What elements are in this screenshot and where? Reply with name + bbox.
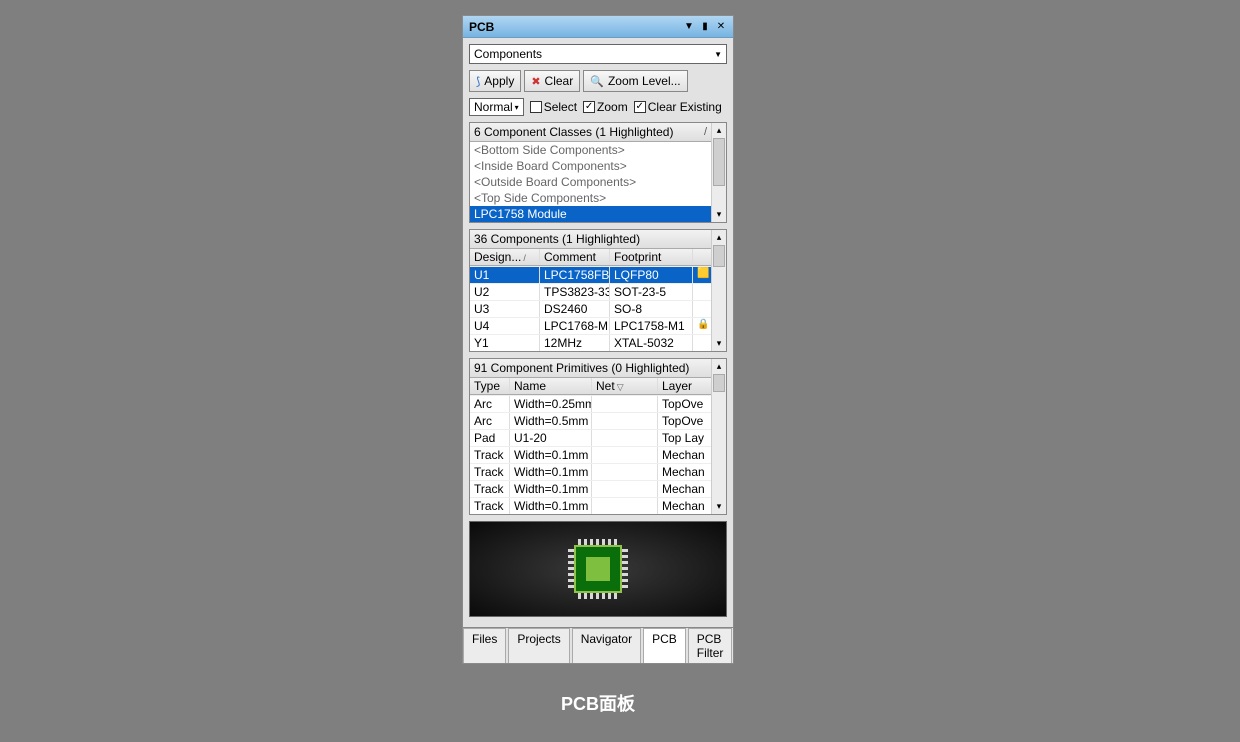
primitive-row[interactable]: PadU1-20Top Lay xyxy=(470,429,711,446)
primitive-row[interactable]: TrackWidth=0.1mmMechan xyxy=(470,463,711,480)
chevron-down-icon: ▾ xyxy=(515,103,519,112)
empty-icon xyxy=(693,284,711,300)
apply-icon: ⟆ xyxy=(476,75,480,88)
options-row: Normal▾ Select ✓Zoom ✓Clear Existing xyxy=(469,98,727,116)
class-item[interactable]: <Outside Board Components> xyxy=(470,174,711,190)
component-row[interactable]: Y112MHzXTAL-5032 xyxy=(470,334,711,351)
dropdown-icon[interactable]: ▼ xyxy=(683,21,695,32)
scroll-down-icon[interactable]: ▾ xyxy=(712,207,726,222)
checkbox-checked-icon: ✓ xyxy=(634,101,646,113)
normal-select[interactable]: Normal▾ xyxy=(469,98,524,116)
components-section: 36 Components (1 Highlighted) Design.../… xyxy=(469,229,727,352)
apply-button[interactable]: ⟆Apply xyxy=(469,70,521,92)
class-item[interactable]: LPC1758 Module xyxy=(470,206,711,222)
bottom-tabs: FilesProjectsNavigatorPCBPCB Filter xyxy=(463,627,733,663)
primitives-rows: ArcWidth=0.25mmTopOveArcWidth=0.5mmTopOv… xyxy=(470,395,711,514)
mode-dropdown[interactable]: Components ▼ xyxy=(469,44,727,64)
pcb-preview xyxy=(469,521,727,617)
sort-icon[interactable]: / xyxy=(704,126,707,138)
zoom-icon: 🔍 xyxy=(590,75,604,88)
tab-navigator[interactable]: Navigator xyxy=(572,628,641,663)
panel-title: PCB xyxy=(469,20,679,34)
scroll-up-icon[interactable]: ▴ xyxy=(712,230,726,245)
component-row[interactable]: U1LPC1758FBD8LQFP80🟨 xyxy=(470,266,711,283)
col-net[interactable]: Net▽ xyxy=(592,378,658,394)
class-item[interactable]: <Inside Board Components> xyxy=(470,158,711,174)
class-item[interactable]: <Top Side Components> xyxy=(470,190,711,206)
primitive-row[interactable]: TrackWidth=0.1mmMechan xyxy=(470,446,711,463)
primitives-columns: Type Name Net▽ Layer xyxy=(470,378,711,395)
pin-icon[interactable]: ▮ xyxy=(699,21,711,32)
pcb-board-icon xyxy=(568,539,628,599)
primitive-row[interactable]: ArcWidth=0.25mmTopOve xyxy=(470,395,711,412)
scrollbar[interactable]: ▴ ▾ xyxy=(711,230,726,351)
scrollbar[interactable]: ▴ ▾ xyxy=(711,359,726,514)
sort-icon: ▽ xyxy=(617,382,624,392)
clear-existing-checkbox[interactable]: ✓Clear Existing xyxy=(634,100,722,114)
scroll-up-icon[interactable]: ▴ xyxy=(712,123,726,138)
empty-icon xyxy=(693,301,711,317)
col-designator[interactable]: Design.../ xyxy=(470,249,540,265)
col-footprint[interactable]: Footprint xyxy=(610,249,693,265)
chevron-down-icon: ▼ xyxy=(714,50,722,59)
scroll-up-icon[interactable]: ▴ xyxy=(712,359,726,374)
scroll-thumb[interactable] xyxy=(713,374,725,392)
primitive-row[interactable]: ArcWidth=0.5mmTopOve xyxy=(470,412,711,429)
zoom-checkbox[interactable]: ✓Zoom xyxy=(583,100,628,114)
checkbox-empty-icon xyxy=(530,101,542,113)
zoom-level-button[interactable]: 🔍Zoom Level... xyxy=(583,70,687,92)
col-type[interactable]: Type xyxy=(470,378,510,394)
col-comment[interactable]: Comment xyxy=(540,249,610,265)
components-rows: U1LPC1758FBD8LQFP80🟨U2TPS3823-33SOT-23-5… xyxy=(470,266,711,351)
panel-body: Components ▼ ⟆Apply ✖Clear 🔍Zoom Level..… xyxy=(463,38,733,623)
figure-caption: PCB面板 xyxy=(462,690,734,716)
component-row[interactable]: U4LPC1768-MLPC1758-M1🔒 xyxy=(470,317,711,334)
scroll-down-icon[interactable]: ▾ xyxy=(712,499,726,514)
primitive-row[interactable]: TrackWidth=0.1mmMechan xyxy=(470,497,711,514)
classes-section: 6 Component Classes (1 Highlighted) / <B… xyxy=(469,122,727,223)
pcb-panel: PCB ▼ ▮ ✕ Components ▼ ⟆Apply ✖Clear 🔍Zo… xyxy=(462,15,734,664)
mode-dropdown-text: Components xyxy=(474,47,714,61)
components-header: 36 Components (1 Highlighted) xyxy=(470,230,711,249)
components-columns: Design.../ Comment Footprint xyxy=(470,249,711,266)
button-row: ⟆Apply ✖Clear 🔍Zoom Level... xyxy=(469,70,727,92)
primitives-section: 91 Component Primitives (0 Highlighted) … xyxy=(469,358,727,515)
lock-icon: 🔒 xyxy=(693,318,711,334)
primitive-row[interactable]: TrackWidth=0.1mmMechan xyxy=(470,480,711,497)
select-checkbox[interactable]: Select xyxy=(530,100,577,114)
scroll-down-icon[interactable]: ▾ xyxy=(712,336,726,351)
scroll-thumb[interactable] xyxy=(713,138,725,186)
tab-projects[interactable]: Projects xyxy=(508,628,569,663)
tab-pcb-filter[interactable]: PCB Filter xyxy=(688,628,733,663)
checkbox-checked-icon: ✓ xyxy=(583,101,595,113)
close-icon[interactable]: ✕ xyxy=(715,21,727,32)
tab-pcb[interactable]: PCB xyxy=(643,628,686,663)
titlebar: PCB ▼ ▮ ✕ xyxy=(463,16,733,38)
scroll-thumb[interactable] xyxy=(713,245,725,267)
sort-icon: / xyxy=(523,253,526,263)
component-row[interactable]: U2TPS3823-33SOT-23-5 xyxy=(470,283,711,300)
tab-files[interactable]: Files xyxy=(463,628,506,663)
class-item[interactable]: <Bottom Side Components> xyxy=(470,142,711,158)
scrollbar[interactable]: ▴ ▾ xyxy=(711,123,726,222)
col-layer[interactable]: Layer xyxy=(658,378,711,394)
component-row[interactable]: U3DS2460SO-8 xyxy=(470,300,711,317)
empty-icon xyxy=(693,335,711,351)
clear-button[interactable]: ✖Clear xyxy=(524,70,580,92)
classes-header: 6 Component Classes (1 Highlighted) / xyxy=(470,123,711,142)
locked-highlight-icon: 🟨 xyxy=(693,267,711,283)
classes-list: <Bottom Side Components><Inside Board Co… xyxy=(470,142,711,222)
clear-icon: ✖ xyxy=(531,75,540,88)
col-name[interactable]: Name xyxy=(510,378,592,394)
primitives-header: 91 Component Primitives (0 Highlighted) xyxy=(470,359,711,378)
